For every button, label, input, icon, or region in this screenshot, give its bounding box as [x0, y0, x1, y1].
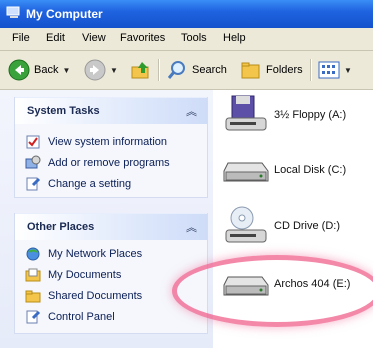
- other-places-panel: Other Places ︽ My Network Places My Docu…: [14, 213, 208, 334]
- back-label: Back: [34, 64, 59, 76]
- collapse-chevron-icon[interactable]: ︽: [186, 103, 197, 119]
- toolbar-separator: [158, 59, 160, 81]
- menu-tools[interactable]: Tools: [181, 32, 207, 44]
- task-item-add-remove-programs[interactable]: Add or remove programs: [25, 154, 170, 172]
- system-tasks-header[interactable]: System Tasks ︽: [15, 97, 207, 124]
- title-bar[interactable]: My Computer: [0, 0, 373, 28]
- toolbar-separator: [310, 59, 312, 81]
- other-places-header[interactable]: Other Places ︽: [15, 213, 207, 240]
- my-computer-icon: [6, 6, 20, 18]
- drive-label: Local Disk (C:): [274, 164, 347, 176]
- drive-label: Archos 404 (E:): [274, 278, 351, 290]
- menu-favorites[interactable]: Favorites: [120, 32, 165, 44]
- menu-help[interactable]: Help: [223, 32, 246, 44]
- floppy-drive-icon: [225, 95, 267, 131]
- task-label: Add or remove programs: [48, 157, 170, 169]
- menu-bar: File Edit View Favorites Tools Help: [0, 28, 373, 51]
- back-arrow-icon: [8, 59, 30, 81]
- dropdown-arrow-icon[interactable]: ▼: [62, 66, 70, 75]
- up-folder-icon: [131, 62, 149, 79]
- views-button[interactable]: ▼: [318, 57, 352, 83]
- task-item-view-system-info[interactable]: View system information: [25, 133, 167, 151]
- place-item-control-panel[interactable]: Control Panel: [25, 308, 115, 326]
- drive-label: CD Drive (D:): [274, 220, 340, 232]
- removable-disk-icon: [223, 276, 269, 296]
- cd-drive-icon: [225, 206, 267, 243]
- task-label: View system information: [48, 136, 168, 148]
- toolbar: Back ▼ ▼ Search Folders ▼: [0, 51, 373, 90]
- place-item-shared-documents[interactable]: Shared Documents: [25, 287, 142, 305]
- network-places-icon: [25, 246, 41, 262]
- my-documents-icon: [25, 267, 41, 283]
- place-item-my-documents[interactable]: My Documents: [25, 266, 121, 284]
- views-icon: [318, 61, 340, 79]
- folders-icon: [241, 62, 260, 79]
- up-folder-button[interactable]: [130, 57, 152, 83]
- system-info-icon: [25, 134, 41, 150]
- dropdown-arrow-icon[interactable]: ▼: [344, 66, 352, 75]
- menu-file[interactable]: File: [12, 32, 30, 44]
- shared-documents-icon: [25, 288, 41, 304]
- forward-button[interactable]: ▼: [84, 57, 118, 83]
- place-label: Control Panel: [48, 311, 115, 323]
- other-places-title: Other Places: [27, 221, 95, 233]
- window-title: My Computer: [26, 7, 103, 21]
- folders-label: Folders: [266, 64, 303, 76]
- place-label: Shared Documents: [48, 290, 143, 302]
- control-panel-icon: [25, 309, 41, 325]
- menu-edit[interactable]: Edit: [46, 32, 65, 44]
- control-panel-icon: [25, 176, 41, 192]
- menu-view[interactable]: View: [82, 32, 106, 44]
- drive-item-local-disk[interactable]: Local Disk (C:): [222, 153, 346, 187]
- search-label: Search: [192, 64, 227, 76]
- add-remove-programs-icon: [25, 155, 41, 171]
- forward-arrow-icon: [84, 59, 106, 81]
- place-label: My Documents: [48, 269, 122, 281]
- place-label: My Network Places: [48, 248, 143, 260]
- drive-item-archos[interactable]: Archos 404 (E:): [222, 267, 350, 301]
- drive-label: 3½ Floppy (A:): [274, 109, 347, 121]
- drive-item-cd[interactable]: CD Drive (D:): [222, 204, 340, 248]
- hard-disk-icon: [223, 162, 269, 182]
- task-item-change-setting[interactable]: Change a setting: [25, 175, 131, 193]
- collapse-chevron-icon[interactable]: ︽: [186, 219, 197, 235]
- search-button[interactable]: Search: [166, 57, 227, 83]
- task-label: Change a setting: [48, 178, 132, 190]
- system-tasks-title: System Tasks: [27, 105, 100, 117]
- system-tasks-panel: System Tasks ︽ View system information A…: [14, 97, 208, 198]
- place-item-network[interactable]: My Network Places: [25, 245, 142, 263]
- back-button[interactable]: Back ▼: [8, 57, 70, 83]
- task-pane: System Tasks ︽ View system information A…: [0, 90, 213, 348]
- dropdown-arrow-icon[interactable]: ▼: [110, 66, 118, 75]
- folders-button[interactable]: Folders: [240, 57, 303, 83]
- drive-item-floppy[interactable]: 3½ Floppy (A:): [222, 94, 346, 136]
- search-icon: [167, 61, 185, 79]
